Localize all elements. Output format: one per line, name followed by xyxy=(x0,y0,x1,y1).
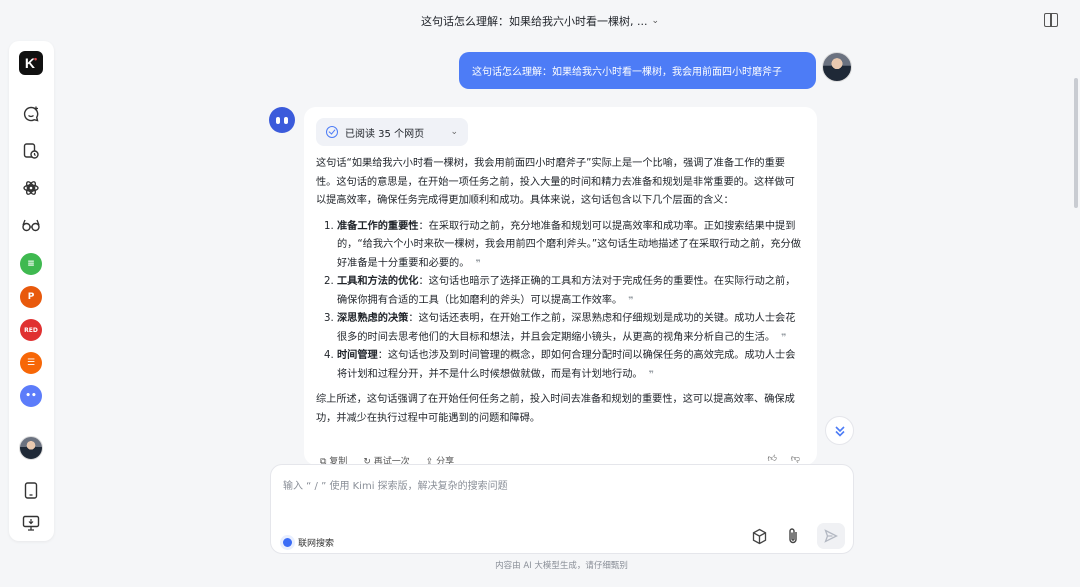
answer-card: 已阅读 35 个网页 ⌄ 这句话“如果给我六小时看一棵树，我会用前面四小时磨斧子… xyxy=(304,107,817,465)
top-bar: 这句话怎么理解：如果给我六小时看一棵树, ... ⌄ xyxy=(0,0,1080,42)
answer-intro: 这句话“如果给我六小时看一棵树，我会用前面四小时磨斧子”实际上是一个比喻，强调了… xyxy=(316,158,795,206)
point-title: 准备工作的重要性 xyxy=(337,220,419,232)
disclaimer: 内容由 AI 大模型生成，请仔细甄别 xyxy=(495,561,628,571)
explore-icon[interactable] xyxy=(19,176,43,200)
answer-point: 时间管理：这句话也涉及到时间管理的概念，即如何合理分配时间以确保任务的高效完成。… xyxy=(337,347,802,384)
send-button[interactable] xyxy=(817,523,845,549)
new-chat-icon[interactable] xyxy=(19,102,43,126)
user-message-text: 这句话怎么理解：如果给我六小时看一棵树，我会用前面四小时磨斧子 xyxy=(472,67,782,78)
point-title: 工具和方法的优化 xyxy=(337,276,419,287)
input-tools xyxy=(749,523,845,549)
chevron-down-icon: ⌄ xyxy=(651,16,660,26)
answer-point: 工具和方法的优化：这句话也暗示了选择正确的工具和方法对于完成任务的重要性。在实际… xyxy=(337,273,802,310)
app-green-badge: ≡ xyxy=(20,253,42,275)
avatar xyxy=(822,52,852,82)
avatar xyxy=(19,436,43,460)
user-message-bubble: 这句话怎么理解：如果给我六小时看一棵树，我会用前面四小时磨斧子 xyxy=(459,52,816,89)
answer-point: 准备工作的重要性：在采取行动之前，充分地准备和规划可以提高效率和成功率。正如搜索… xyxy=(337,218,802,274)
app-red-icon[interactable]: RED xyxy=(19,318,43,342)
cube-icon[interactable] xyxy=(749,526,769,546)
point-text: ：这句话也涉及到时间管理的概念，即如何合理分配时间以确保任务的高效完成。成功人士… xyxy=(337,350,796,380)
send-icon xyxy=(824,529,838,543)
chevron-down-icon: ⌄ xyxy=(450,127,458,137)
chat-input[interactable]: 输入 “ / ” 使用 Kimi 探索版，解决复杂的搜索问题 xyxy=(283,477,508,492)
citation-icon[interactable]: ❞ xyxy=(475,255,480,274)
glasses-icon[interactable] xyxy=(19,213,43,237)
read-webpages-label: 已阅读 35 个网页 xyxy=(345,128,425,140)
app-orange-badge: ☰ xyxy=(20,352,42,374)
app-blue-badge: •• xyxy=(20,385,42,407)
web-search-toggle[interactable]: 联网搜索 xyxy=(283,535,334,550)
web-search-label: 联网搜索 xyxy=(298,539,335,549)
sidebar-user-avatar[interactable] xyxy=(19,436,43,460)
logo-dot: • xyxy=(33,54,38,64)
conversation-title[interactable]: 这句话怎么理解：如果给我六小时看一棵树, ... ⌄ xyxy=(421,13,659,29)
answer-point: 深思熟虑的决策：这句话还表明，在开始工作之前，深思熟虑和仔细规划是成功的关键。成… xyxy=(337,310,802,347)
check-circle-icon xyxy=(326,126,338,138)
conversation-title-text: 这句话怎么理解：如果给我六小时看一棵树, ... xyxy=(420,15,648,28)
citation-icon[interactable]: ❞ xyxy=(628,292,633,311)
app-green-icon[interactable]: ≡ xyxy=(19,252,43,276)
answer-body: 这句话“如果给我六小时看一棵树，我会用前面四小时磨斧子”实际上是一个比喻，强调了… xyxy=(316,155,802,435)
kimi-avatar xyxy=(269,107,295,133)
answer-summary: 综上所述，这句话强调了在开始任何任务之前，投入时间去准备和规划的重要性，这可以提… xyxy=(316,394,795,424)
point-title: 时间管理 xyxy=(337,350,378,361)
desktop-app-icon[interactable] xyxy=(19,511,43,535)
read-webpages-toggle[interactable]: 已阅读 35 个网页 ⌄ xyxy=(316,118,468,146)
scrollbar[interactable] xyxy=(1074,78,1078,208)
mobile-app-icon[interactable] xyxy=(19,478,43,502)
sidebar-panel-icon[interactable] xyxy=(1044,13,1058,27)
double-chevron-down-icon xyxy=(834,425,845,437)
attachment-icon[interactable] xyxy=(783,526,803,546)
app-red-badge: RED xyxy=(20,319,42,341)
app-blue-icon[interactable]: •• xyxy=(19,384,43,408)
scroll-to-bottom-button[interactable] xyxy=(825,416,854,445)
app-ppt-badge: P xyxy=(20,286,42,308)
citation-icon[interactable]: ❞ xyxy=(781,329,786,348)
kimi-logo[interactable]: K • xyxy=(19,51,43,75)
sidebar: K • ≡ P RED ☰ •• xyxy=(9,41,54,541)
citation-icon[interactable]: ❞ xyxy=(649,366,654,385)
history-icon[interactable] xyxy=(19,139,43,163)
app-ppt-icon[interactable]: P xyxy=(19,285,43,309)
app-orange-icon[interactable]: ☰ xyxy=(19,351,43,375)
chat-input-box[interactable]: 输入 “ / ” 使用 Kimi 探索版，解决复杂的搜索问题 联网搜索 xyxy=(270,464,854,554)
answer-points: 准备工作的重要性：在采取行动之前，充分地准备和规划可以提高效率和成功率。正如搜索… xyxy=(337,218,802,385)
toggle-on-icon xyxy=(283,538,292,547)
user-avatar xyxy=(822,52,852,82)
point-title: 深思熟虑的决策 xyxy=(337,313,409,324)
